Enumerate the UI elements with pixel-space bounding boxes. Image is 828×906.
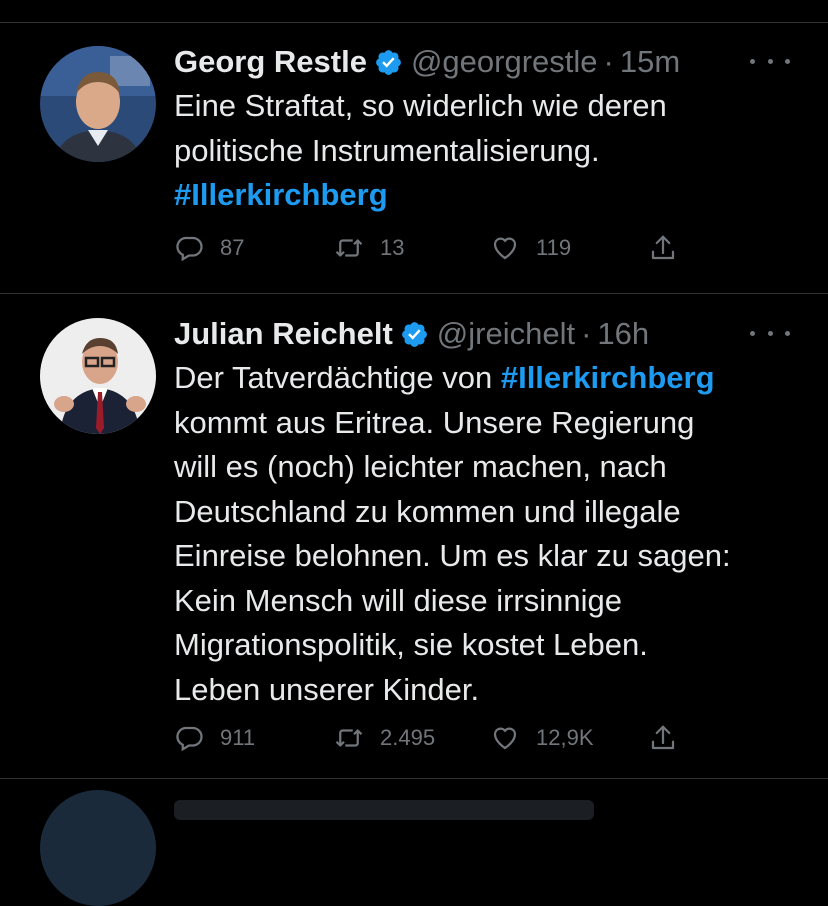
tweet-text-line: Leben unserer Kinder. [174,671,480,707]
reply-button[interactable]: 911 [174,718,255,758]
tweet-timestamp[interactable]: 16h [597,314,649,354]
tweet-timestamp[interactable]: 15m [620,42,680,82]
verified-badge-icon [400,320,429,349]
retweet-button[interactable]: 2.495 [334,718,435,758]
tweet-text-line: Migrationspolitik, sie kostet Leben. [174,627,648,662]
tweet-text: Der Tatverdächtige von #Illerkirchberg k… [174,356,794,712]
reply-button[interactable]: 87 [174,228,244,268]
heart-icon [490,233,520,263]
like-button[interactable]: 119 [490,228,571,268]
avatar-julian-reichelt-image [40,318,156,434]
retweet-icon [334,233,364,263]
separator-dot: · [603,44,614,79]
tweet-text-line: Einreise belohnen. Um es klar zu sagen: [174,538,731,573]
share-icon [648,723,678,753]
retweet-button[interactable]: 13 [334,228,404,268]
tweet-text-line: politische Instrumentalisierung. [174,132,600,168]
next-tweet-header-placeholder [174,800,594,820]
tweet-text-line: Eine Straftat, so widerlich wie deren [174,88,667,123]
tweet-text-line: kommt aus Eritrea. Unsere Regierung [174,404,695,440]
tweet-divider [0,778,828,779]
tweet-julian-reichelt[interactable]: Julian Reichelt @jreichelt · 16h Der Tat… [0,294,828,778]
retweet-icon [334,723,364,753]
retweet-count: 2.495 [380,725,436,750]
tweet-actions: 911 2.495 12,9K [174,718,694,758]
tweet-header: Julian Reichelt @jreichelt · 16h [174,314,649,354]
share-button[interactable] [648,718,678,758]
tweet-header: Georg Restle @georgrestle · 15m [174,42,680,82]
hashtag-link[interactable]: #Illerkirchberg [174,177,388,212]
tweet-text: Eine Straftat, so widerlich wie deren po… [174,84,794,218]
tweet-text-line: Der Tatverdächtige von [174,360,501,395]
like-count: 12,9K [536,725,594,750]
reply-count: 87 [220,235,245,260]
share-icon [648,233,678,263]
share-button[interactable] [648,228,678,268]
verified-badge-icon [374,48,403,77]
more-options-icon[interactable] [750,46,790,76]
like-count: 119 [536,235,572,260]
author-handle[interactable]: @georgrestle [411,42,598,82]
author-handle[interactable]: @jreichelt [437,314,575,354]
tweet-georg-restle[interactable]: Georg Restle @georgrestle · 15m Eine Str… [0,0,828,294]
reply-count: 911 [220,725,256,750]
tweet-actions: 87 13 119 [174,228,694,268]
like-button[interactable]: 12,9K [490,718,594,758]
tweet-text-line: Deutschland zu kommen und illegale [174,493,681,529]
avatar[interactable] [40,318,156,434]
retweet-count: 13 [380,235,405,260]
hashtag-link[interactable]: #Illerkirchberg [501,360,715,395]
reply-icon [174,723,204,753]
reply-icon [174,233,204,263]
author-name[interactable]: Georg Restle [174,42,367,82]
next-tweet-avatar[interactable] [40,790,156,906]
heart-icon [490,723,520,753]
tweet-text-line: Kein Mensch will diese irrsinnige [174,582,622,618]
tweet-text-line: will es (noch) leichter machen, nach [174,449,667,484]
separator-dot: · [581,316,592,351]
author-name[interactable]: Julian Reichelt [174,314,393,354]
more-options-icon[interactable] [750,318,790,348]
avatar[interactable] [40,46,156,162]
avatar-georg-restle-image [40,46,156,162]
